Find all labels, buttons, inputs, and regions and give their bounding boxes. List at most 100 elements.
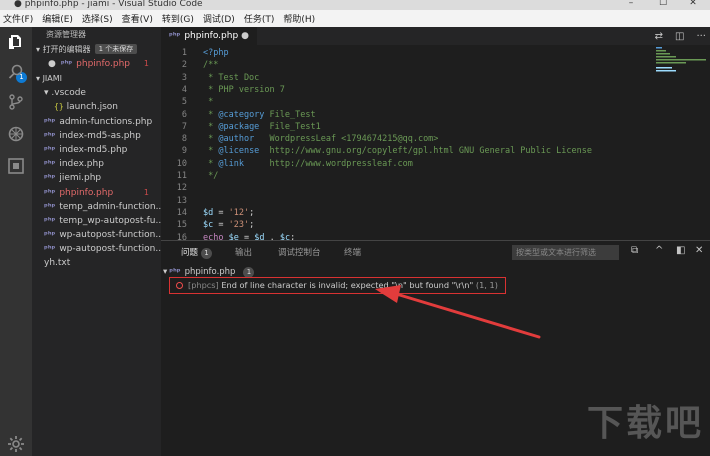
open-changes-icon[interactable]: ⇄ (655, 31, 663, 42)
watermark-logo: 下载吧 (586, 403, 704, 444)
open-editor-item[interactable]: ● ᵖʰᵖ phpinfo.php 1 (32, 57, 161, 71)
file-tree-item[interactable]: ᵖʰᵖ wp-autopost-function... (32, 242, 161, 256)
code-token: $d (203, 207, 214, 218)
code-token: * (203, 97, 214, 108)
code-token: @package (218, 121, 260, 132)
menu-tasks[interactable]: 任务(T) (244, 12, 275, 25)
menu-goto[interactable]: 转到(G) (162, 12, 194, 25)
file-tree-label: temp_wp-autopost-fu... (59, 215, 161, 226)
debug-icon[interactable] (5, 123, 27, 145)
file-tree-item[interactable]: ᵖʰᵖ wp-autopost-function... (32, 228, 161, 242)
explorer-sidebar: 资源管理器 ▾ 打开的编辑器 1 个未保存 ● ᵖʰᵖ phpinfo.php 1 ▾… (32, 27, 161, 456)
unsaved-dot-icon[interactable]: ● (241, 27, 249, 45)
open-editors-header[interactable]: ▾ 打开的编辑器 1 个未保存 (32, 43, 161, 57)
file-tree-item[interactable]: yh.txt (32, 256, 161, 270)
file-tree-label: jiemi.php (59, 173, 102, 184)
line-number: 7 (181, 121, 187, 132)
more-actions-icon[interactable]: ··· (696, 31, 706, 42)
settings-icon[interactable] (5, 433, 27, 455)
unsaved-dot-icon: ● (48, 59, 56, 69)
window-title: ● phpinfo.php - jiami - Visual Studio Co… (14, 0, 203, 9)
code-text: <?php (203, 47, 229, 59)
tab-phpinfo[interactable]: ᵖʰᵖ phpinfo.php ● (161, 27, 257, 45)
open-editor-filename: phpinfo.php (76, 59, 131, 69)
file-tree-item[interactable]: ᵖʰᵖ index-md5.php (32, 143, 161, 157)
minimap[interactable] (648, 45, 710, 75)
folder-header[interactable]: ▾ JIAMI (32, 72, 161, 86)
line-number: 1 (181, 48, 187, 58)
line-number: 15 (176, 220, 187, 231)
menu-view[interactable]: 查看(V) (122, 12, 153, 25)
code-text: * @link http://www.wordpressleaf.com (203, 158, 413, 170)
file-tree-item[interactable]: ᵖʰᵖ phpinfo.php 1 (32, 186, 161, 200)
file-tree-item[interactable]: ▾ .vscode (32, 86, 161, 100)
php-file-icon: ᵖʰᵖ (44, 173, 56, 183)
search-icon[interactable] (5, 61, 27, 83)
php-file-icon: ᵖʰᵖ (44, 144, 56, 154)
file-tree-item[interactable]: ᵖʰᵖ index.php (32, 157, 161, 171)
php-file-icon: ᵖʰᵖ (44, 201, 56, 211)
title-bar: ● phpinfo.php - jiami - Visual Studio Co… (0, 0, 710, 10)
menu-debug[interactable]: 调试(D) (203, 12, 235, 25)
source-control-icon[interactable] (5, 91, 27, 113)
file-tree-item[interactable]: ᵖʰᵖ jiemi.php (32, 171, 161, 185)
file-tree-label: phpinfo.php (59, 187, 114, 198)
close-window-button[interactable]: ✕ (678, 0, 708, 8)
line-number: 11 (176, 171, 187, 181)
menu-selection[interactable]: 选择(S) (82, 12, 113, 25)
file-tree-label: index-md5.php (59, 144, 128, 155)
unsaved-pill: 1 个未保存 (94, 44, 138, 54)
code-token: $c (203, 220, 214, 231)
file-tree-label: temp_admin-function... (59, 201, 161, 212)
code-token: * Test Doc (203, 72, 260, 83)
php-file-icon: ᵖʰᵖ (44, 215, 56, 225)
line-number: 4 (181, 84, 187, 95)
php-file-icon: ᵖʰᵖ (44, 116, 56, 126)
code-token: <?php (203, 48, 229, 58)
line-number: 10 (176, 158, 187, 169)
code-editor[interactable]: 1 <?php 2 /** 3 * Test Doc 4 * PHP version 7 5… (161, 45, 710, 240)
code-text: * @author WordpressLeaf <1794674215@qq.c… (203, 133, 438, 145)
file-tree-label: wp-autopost-function... (59, 244, 161, 255)
menu-help[interactable]: 帮助(H) (283, 12, 315, 25)
code-token: @category (218, 109, 265, 120)
code-token: File_Test (264, 109, 316, 120)
line-number: 8 (181, 134, 187, 145)
file-tree-item[interactable]: {} launch.json (32, 100, 161, 114)
menu-bar: 文件(F) 编辑(E) 选择(S) 查看(V) 转到(G) 调试(D) 任务(T… (0, 10, 710, 27)
file-tree-item[interactable]: ᵖʰᵖ index-md5-as.php (32, 129, 161, 143)
code-text: $c = '23'; (203, 219, 254, 231)
code-token: @license (218, 146, 260, 157)
minimize-button[interactable]: – (616, 0, 646, 8)
code-token: * (203, 146, 219, 157)
split-editor-icon[interactable]: ◫ (675, 31, 684, 42)
code-token: WordpressLeaf <1794674215@qq.com> (254, 134, 439, 145)
file-tree-label: wp-autopost-function... (59, 230, 161, 241)
line-number: 9 (181, 146, 187, 157)
menu-edit[interactable]: 编辑(E) (42, 12, 73, 25)
file-tree-label: index.php (59, 159, 104, 170)
file-tree-label: index-md5-as.php (59, 130, 141, 141)
code-token: ; (290, 232, 296, 241)
json-file-icon: {} (54, 102, 64, 112)
code-token: * (203, 134, 219, 145)
file-tree-item[interactable]: ᵖʰᵖ temp_wp-autopost-fu... (32, 214, 161, 228)
file-tree-item[interactable]: ᵖʰᵖ admin-functions.php (32, 115, 161, 129)
maximize-button[interactable]: ☐ (648, 0, 678, 8)
code-text: * @category File_Test (203, 109, 316, 121)
code-token: @link (218, 158, 244, 169)
code-token: * (203, 121, 219, 132)
php-file-icon: ᵖʰᵖ (60, 59, 73, 68)
files-icon[interactable] (5, 31, 27, 53)
code-token: '23' (228, 220, 250, 231)
code-token: * (203, 109, 219, 120)
file-tree-label: ▾ .vscode (44, 88, 86, 99)
line-number: 14 (176, 207, 187, 218)
code-token: http://www.wordpressleaf.com (243, 158, 413, 169)
file-tree-item[interactable]: ᵖʰᵖ temp_admin-function... (32, 200, 161, 214)
code-token: $c (279, 232, 291, 241)
php-file-icon: ᵖʰᵖ (44, 187, 56, 197)
menu-file[interactable]: 文件(F) (3, 12, 33, 25)
line-number: 16 (176, 232, 187, 241)
extensions-icon[interactable] (5, 155, 27, 177)
